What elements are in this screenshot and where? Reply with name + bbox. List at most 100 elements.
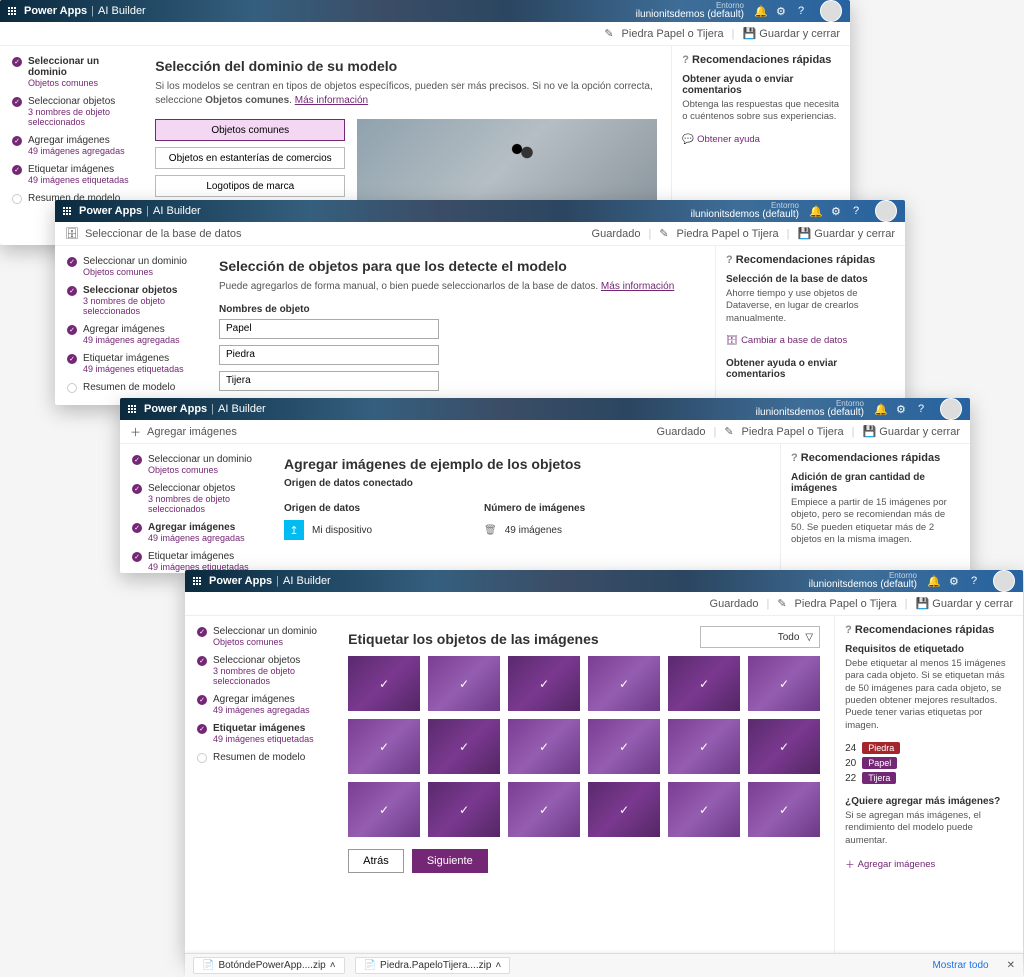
domain-retail-shelf[interactable]: Objetos en estanterías de comercios (155, 147, 345, 169)
image-thumb[interactable]: ✓ (508, 656, 580, 711)
pencil-icon[interactable]: ✎ (604, 27, 613, 40)
pencil-icon[interactable]: ✎ (724, 425, 733, 438)
sidebar-step-images[interactable]: ✓Agregar imágenes49 imágenes agregadas (12, 135, 135, 156)
add-images-link[interactable]: ＋Agregar imágenes (845, 857, 935, 871)
pencil-icon[interactable]: ✎ (777, 597, 786, 610)
image-thumb[interactable]: ✓ (588, 782, 660, 837)
sidebar-step-objects[interactable]: ✓Seleccionar objetos3 nombres de objeto … (197, 655, 328, 686)
save-button[interactable]: 💾 Guardar y cerrar (798, 227, 895, 240)
select-from-db-button[interactable]: 🗄Seleccionar de la base de datos (65, 227, 242, 240)
image-thumb[interactable]: ✓ (748, 782, 820, 837)
help-icon[interactable]: ? (853, 205, 865, 217)
chevron-up-icon[interactable]: ˄ (495, 960, 501, 971)
gear-icon[interactable]: ⚙ (949, 575, 961, 587)
model-name[interactable]: Piedra Papel o Tijera (622, 28, 724, 40)
model-name[interactable]: Piedra Papel o Tijera (795, 598, 897, 610)
sidebar-step-images[interactable]: ✓Agregar imágenes49 imágenes agregadas (67, 324, 199, 345)
sidebar-step-objects[interactable]: ✓Seleccionar objetos3 nombres de objeto … (132, 483, 264, 514)
app-launcher-icon[interactable] (128, 405, 136, 413)
notification-icon[interactable]: 🔔 (754, 5, 766, 17)
image-count: 49 imágenes (505, 525, 562, 536)
notification-icon[interactable]: 🔔 (809, 205, 821, 217)
gear-icon[interactable]: ⚙ (776, 5, 788, 17)
image-thumb[interactable]: ✓ (348, 782, 420, 837)
download-file[interactable]: 📄Piedra.PapeloTijera....zip˄ (355, 957, 511, 974)
get-help-link[interactable]: 💬Obtener ayuda (682, 134, 760, 145)
image-thumb[interactable]: ✓ (668, 656, 740, 711)
trash-icon[interactable]: 🗑 (484, 525, 497, 536)
environment-picker[interactable]: Entornoilunionitsdemos (default) (809, 572, 917, 590)
sidebar-step-images[interactable]: ✓Agregar imágenes49 imágenes agregadas (132, 522, 264, 543)
downloads-bar: 📄BotóndePowerApp....zip˄ 📄Piedra.PapeloT… (185, 953, 1023, 977)
image-thumb[interactable]: ✓ (508, 719, 580, 774)
sidebar-step-domain[interactable]: ✓Seleccionar un dominioObjetos comunes (67, 256, 199, 277)
sidebar-step-domain[interactable]: ✓Seleccionar un dominioObjetos comunes (197, 626, 328, 647)
image-thumb[interactable]: ✓ (588, 656, 660, 711)
more-info-link[interactable]: Más información (601, 281, 674, 292)
notification-icon[interactable]: 🔔 (874, 403, 886, 415)
help-icon[interactable]: ? (798, 5, 810, 17)
sidebar-step-domain[interactable]: ✓Seleccionar un dominioObjetos comunes (12, 56, 135, 88)
download-file[interactable]: 📄BotóndePowerApp....zip˄ (193, 957, 345, 974)
save-button[interactable]: 💾 Guardar y cerrar (916, 597, 1013, 610)
add-images-button[interactable]: ＋Agregar imágenes (130, 424, 237, 440)
domain-brand-logos[interactable]: Logotipos de marca (155, 175, 345, 197)
sidebar-step-tag[interactable]: ✓Etiquetar imágenes49 imágenes etiquetad… (12, 164, 135, 185)
switch-to-db-link[interactable]: 🗄Cambiar a base de datos (726, 335, 847, 346)
image-thumb[interactable]: ✓ (428, 656, 500, 711)
show-all-downloads[interactable]: Mostrar todo (932, 960, 988, 971)
avatar[interactable] (820, 0, 842, 22)
filter-dropdown[interactable]: Todo ▽ (700, 626, 820, 648)
image-thumb[interactable]: ✓ (668, 719, 740, 774)
next-button[interactable]: Siguiente (412, 849, 488, 873)
chevron-up-icon[interactable]: ˄ (330, 960, 336, 971)
domain-common-objects[interactable]: Objetos comunes (155, 119, 345, 141)
object-name-input-3[interactable] (219, 371, 439, 391)
sidebar-step-images[interactable]: ✓Agregar imágenes49 imágenes agregadas (197, 694, 328, 715)
sidebar-step-tag[interactable]: ✓Etiquetar imágenes49 imágenes etiquetad… (132, 551, 264, 572)
app-launcher-icon[interactable] (8, 7, 16, 15)
sidebar-step-tag[interactable]: ✓Etiquetar imágenes49 imágenes etiquetad… (67, 353, 199, 374)
save-button[interactable]: 💾 Guardar y cerrar (863, 425, 960, 438)
sidebar-step-objects[interactable]: ✓Seleccionar objetos3 nombres de objeto … (67, 285, 199, 316)
image-thumb[interactable]: ✓ (428, 782, 500, 837)
close-icon[interactable]: ✕ (1007, 960, 1015, 971)
image-thumb[interactable]: ✓ (348, 719, 420, 774)
sidebar-step-domain[interactable]: ✓Seleccionar un dominioObjetos comunes (132, 454, 264, 475)
brand-module[interactable]: AI Builder (98, 5, 146, 17)
image-thumb[interactable]: ✓ (588, 719, 660, 774)
model-name[interactable]: Piedra Papel o Tijera (677, 228, 779, 240)
model-name[interactable]: Piedra Papel o Tijera (742, 426, 844, 438)
sidebar-step-summary[interactable]: Resumen de modelo (67, 382, 199, 393)
save-button[interactable]: 💾 Guardar y cerrar (743, 27, 840, 40)
sidebar-step-tag[interactable]: ✓Etiquetar imágenes49 imágenes etiquetad… (197, 723, 328, 744)
app-launcher-icon[interactable] (193, 577, 201, 585)
gear-icon[interactable]: ⚙ (896, 403, 908, 415)
notification-icon[interactable]: 🔔 (927, 575, 939, 587)
more-info-link[interactable]: Más información (295, 95, 368, 106)
image-thumb[interactable]: ✓ (428, 719, 500, 774)
image-thumb[interactable]: ✓ (668, 782, 740, 837)
back-button[interactable]: Atrás (348, 849, 404, 873)
avatar[interactable] (940, 398, 962, 420)
sidebar-step-objects[interactable]: ✓Seleccionar objetos3 nombres de objeto … (12, 96, 135, 127)
object-name-input-1[interactable] (219, 319, 439, 339)
help-icon[interactable]: ? (918, 403, 930, 415)
image-thumb[interactable]: ✓ (748, 656, 820, 711)
avatar[interactable] (875, 200, 897, 222)
environment-picker[interactable]: Entornoilunionitsdemos (default) (756, 400, 864, 418)
help-icon[interactable]: ? (971, 575, 983, 587)
gear-icon[interactable]: ⚙ (831, 205, 843, 217)
image-thumb[interactable]: ✓ (508, 782, 580, 837)
sidebar-step-summary[interactable]: Resumen de modelo (197, 752, 328, 763)
environment-picker[interactable]: Entorno ilunionitsdemos (default) (636, 2, 744, 20)
req-card-desc: Debe etiquetar al menos 15 imágenes para… (845, 658, 1013, 732)
image-thumb[interactable]: ✓ (748, 719, 820, 774)
object-name-input-2[interactable] (219, 345, 439, 365)
app-launcher-icon[interactable] (63, 207, 71, 215)
environment-picker[interactable]: Entornoilunionitsdemos (default) (691, 202, 799, 220)
avatar[interactable] (993, 570, 1015, 592)
pencil-icon[interactable]: ✎ (659, 227, 668, 240)
brand-app[interactable]: Power Apps (24, 5, 87, 17)
image-thumb[interactable]: ✓ (348, 656, 420, 711)
